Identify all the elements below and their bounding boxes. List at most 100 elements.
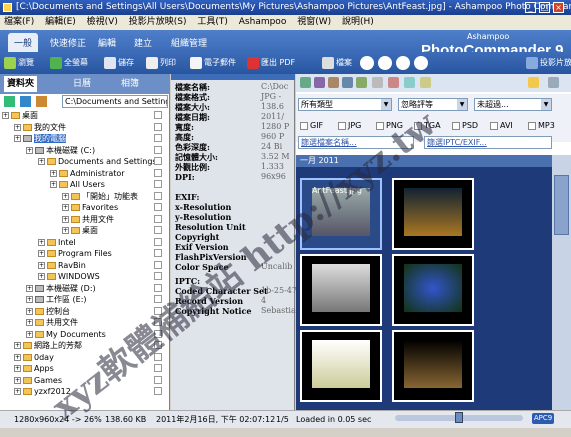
folder-up-icon[interactable] — [4, 96, 15, 107]
tree-item[interactable]: + Favorites — [62, 202, 166, 213]
expand-icon[interactable]: + — [26, 146, 33, 154]
expand-icon[interactable]: + — [38, 238, 45, 246]
print-button[interactable]: 列印 — [146, 55, 176, 71]
fullscreen-button[interactable]: 全螢幕 — [50, 55, 88, 71]
new-folder-icon[interactable] — [36, 96, 47, 107]
menu-tools[interactable]: 工具(T) — [193, 17, 232, 27]
down-icon[interactable] — [414, 56, 428, 70]
minimize-button[interactable]: _ — [525, 2, 536, 13]
refresh-icon[interactable] — [20, 96, 31, 107]
expand-icon[interactable]: + — [26, 307, 33, 315]
expand-icon[interactable]: + — [50, 169, 57, 177]
thumbnail-clocktower[interactable] — [392, 330, 474, 402]
expand-icon[interactable]: + — [14, 365, 21, 372]
view-icon-2[interactable] — [314, 77, 325, 88]
format-checkbox-avi[interactable]: AVI — [490, 121, 513, 130]
browse-button[interactable]: 瀏覽 — [4, 55, 34, 71]
expand-icon[interactable]: + — [62, 204, 69, 211]
tree-item-checkbox[interactable] — [154, 249, 162, 257]
tree-item-checkbox[interactable] — [154, 191, 162, 200]
format-checkbox-jpg[interactable]: JPG — [338, 121, 361, 130]
tree-item[interactable]: + 本機磁碟 (C:) — [26, 145, 166, 156]
star-icon[interactable] — [528, 77, 539, 88]
tree-item[interactable]: + 工作區 (E:) — [26, 294, 166, 305]
thumbnail-night-building[interactable] — [392, 178, 474, 250]
tree-item[interactable]: + 「開始」功能表 — [62, 191, 166, 202]
tree-item[interactable]: + RavBin — [38, 260, 166, 271]
expand-icon[interactable]: + — [14, 376, 21, 384]
expand-icon[interactable]: + — [38, 158, 45, 165]
tab-folders[interactable]: 資料夾 — [4, 76, 38, 92]
tree-item[interactable]: + Intel — [38, 237, 166, 248]
tree-item-checkbox[interactable] — [154, 157, 162, 165]
view-icon-6[interactable] — [372, 77, 383, 88]
menu-ashampoo[interactable]: Ashampoo — [235, 17, 291, 27]
thumbnail-bee[interactable] — [300, 330, 382, 402]
expand-icon[interactable]: + — [38, 250, 45, 257]
expand-icon[interactable]: + — [50, 181, 57, 188]
expand-icon[interactable]: + — [26, 284, 33, 292]
tree-item-checkbox[interactable] — [154, 387, 162, 395]
view-icon-8[interactable] — [404, 77, 415, 88]
tree-item[interactable]: + Administrator — [50, 168, 166, 179]
tree-item[interactable]: + 我的電腦 — [14, 133, 166, 144]
tree-item-checkbox[interactable] — [154, 168, 162, 177]
tree-item[interactable]: + 桌面 — [2, 110, 166, 121]
menu-window[interactable]: 視窗(W) — [293, 17, 335, 27]
menu-view[interactable]: 檢視(V) — [83, 17, 122, 27]
thumbnail-bird[interactable] — [300, 254, 382, 326]
tree-item[interactable]: + WINDOWS — [38, 271, 166, 282]
menu-help[interactable]: 說明(H) — [338, 17, 378, 27]
export-pdf-button[interactable]: 匯出 PDF — [247, 55, 295, 71]
expand-icon[interactable]: + — [62, 192, 69, 200]
format-checkbox-gif[interactable]: GIF — [300, 121, 323, 130]
forward-icon[interactable] — [378, 56, 392, 70]
tree-item-checkbox[interactable] — [154, 122, 162, 131]
expand-icon[interactable]: + — [14, 353, 21, 361]
expand-icon[interactable]: + — [26, 330, 33, 338]
tab-albums[interactable]: 相簿 — [118, 76, 142, 92]
label-combo[interactable]: 未超過... ▼ — [474, 98, 552, 111]
expand-icon[interactable]: + — [14, 342, 21, 349]
file-button[interactable]: 檔案 — [322, 55, 352, 71]
tree-item[interactable]: + 本機磁碟 (D:) — [26, 283, 166, 294]
tree-item-checkbox[interactable] — [154, 203, 162, 211]
tree-item-checkbox[interactable] — [154, 134, 162, 142]
tree-item[interactable]: + Program Files — [38, 248, 166, 259]
vertical-scrollbar[interactable] — [552, 155, 571, 410]
tree-item-checkbox[interactable] — [154, 180, 162, 188]
tree-item-checkbox[interactable] — [154, 226, 162, 234]
up-icon[interactable] — [396, 56, 410, 70]
tree-item[interactable]: + 共用文件 — [62, 214, 166, 225]
close-button[interactable]: × — [553, 2, 564, 13]
expand-icon[interactable]: + — [14, 388, 21, 395]
view-icon-7[interactable] — [388, 77, 399, 88]
view-icon-4[interactable] — [342, 77, 353, 88]
format-checkbox-mp3[interactable]: MP3 — [528, 121, 555, 130]
menu-edit[interactable]: 編輯(E) — [41, 17, 80, 27]
expand-icon[interactable]: + — [14, 123, 21, 131]
settings-icon[interactable] — [548, 77, 559, 88]
file-type-combo[interactable]: 所有類型 ▼ — [298, 98, 392, 111]
tree-item[interactable]: + 我的文件 — [14, 122, 166, 133]
email-button[interactable]: 電子郵件 — [190, 55, 236, 71]
menu-slideshow[interactable]: 投影片放映(S) — [125, 17, 191, 27]
tree-item-checkbox[interactable] — [154, 111, 162, 119]
tree-item-checkbox[interactable] — [154, 260, 162, 269]
menu-file[interactable]: 檔案(F) — [0, 17, 38, 27]
scrollbar-thumb[interactable] — [554, 175, 569, 235]
slideshow-button[interactable]: 投影片放 — [526, 55, 571, 71]
tree-item-checkbox[interactable] — [154, 375, 162, 384]
view-icon-5[interactable] — [356, 77, 367, 88]
tree-item[interactable]: + Documents and Settings — [38, 156, 166, 167]
back-icon[interactable] — [360, 56, 374, 70]
expand-icon[interactable]: + — [38, 273, 45, 280]
tree-item-checkbox[interactable] — [154, 237, 162, 246]
expand-icon[interactable]: + — [62, 215, 69, 223]
expand-icon[interactable]: + — [26, 296, 33, 303]
path-combo[interactable]: C:\Documents and Settings\ — [62, 95, 168, 108]
thumbnail-flower[interactable] — [392, 254, 474, 326]
expand-icon[interactable]: + — [62, 227, 69, 234]
tree-item-checkbox[interactable] — [154, 145, 162, 154]
expand-icon[interactable]: + — [38, 261, 45, 269]
